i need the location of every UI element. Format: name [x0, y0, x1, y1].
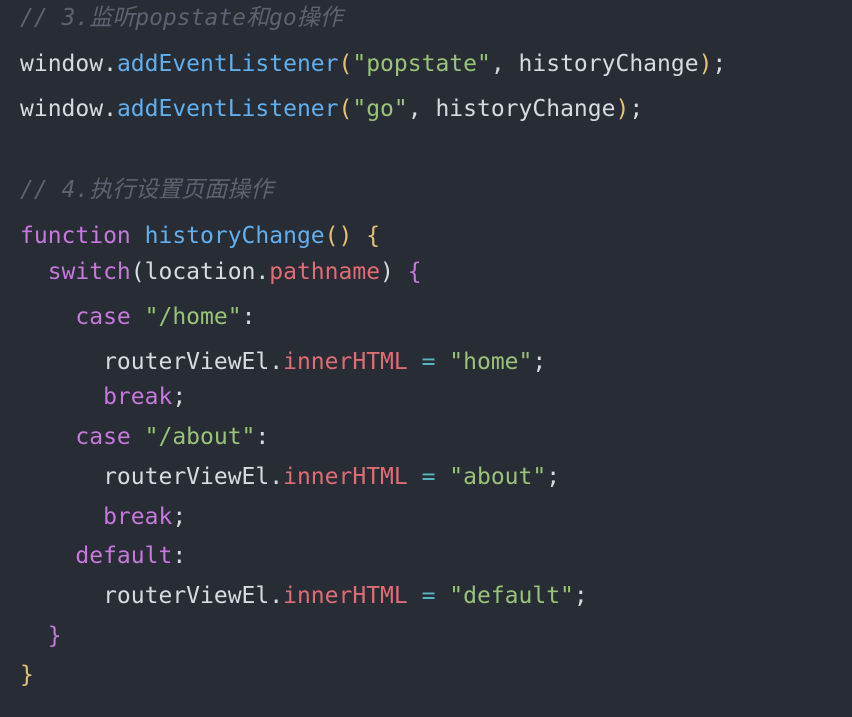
- code-token: ): [698, 51, 713, 77]
- code-token: "/home": [144, 304, 242, 330]
- code-token: // 3.监听popstate和go操作: [20, 5, 343, 31]
- code-token: innerHTML: [283, 464, 408, 490]
- code-token: }: [20, 623, 62, 649]
- code-token: // 4.执行设置页面操作: [20, 177, 274, 203]
- code-token: case: [20, 424, 145, 450]
- code-token: historyChange: [144, 223, 325, 249]
- code-token: ;: [629, 96, 644, 122]
- code-token: routerViewEl.: [20, 464, 284, 490]
- code-token: "home": [449, 349, 533, 375]
- code-token: pathname: [269, 259, 381, 285]
- code-token: :: [241, 304, 256, 330]
- code-token: :: [172, 543, 187, 569]
- code-token: "/about": [144, 424, 256, 450]
- code-token: break: [20, 384, 173, 410]
- code-token: "go": [352, 96, 408, 122]
- code-token: =: [407, 583, 450, 609]
- code-token: }: [20, 662, 34, 688]
- code-token: break: [20, 504, 173, 530]
- code-line: // 3.监听popstate和go操作: [20, 0, 343, 41]
- code-token: function: [20, 223, 145, 249]
- code-token: :: [255, 424, 270, 450]
- code-token: ;: [573, 583, 588, 609]
- code-token: (: [130, 259, 145, 285]
- code-token: window.: [20, 51, 117, 77]
- code-token: default: [20, 543, 173, 569]
- code-token: ): [380, 259, 408, 285]
- code-token: ;: [172, 504, 187, 530]
- code-editor: // 3.监听popstate和go操作 window.addEventListe…: [0, 0, 852, 717]
- code-token: ;: [546, 464, 561, 490]
- code-token: case: [20, 304, 145, 330]
- code-token: (): [324, 223, 367, 249]
- code-line: switch(location.pathname) {: [20, 249, 422, 295]
- code-token: addEventListener: [116, 51, 339, 77]
- code-token: ;: [532, 349, 547, 375]
- code-token: (: [338, 51, 353, 77]
- code-token: innerHTML: [283, 583, 408, 609]
- code-token: (: [338, 96, 353, 122]
- code-token: routerViewEl.: [20, 349, 284, 375]
- code-line: case "/home":: [20, 294, 255, 340]
- code-line: routerViewEl.innerHTML = "default";: [20, 573, 588, 619]
- code-token: ;: [712, 51, 727, 77]
- code-line: }: [20, 652, 34, 698]
- code-token: "default": [449, 583, 574, 609]
- code-token: "popstate": [352, 51, 491, 77]
- code-token: =: [407, 464, 450, 490]
- code-token: =: [407, 349, 450, 375]
- code-token: {: [366, 223, 381, 249]
- code-token: addEventListener: [116, 96, 339, 122]
- code-token: , historyChange: [490, 51, 699, 77]
- code-token: "about": [449, 464, 547, 490]
- code-token: {: [407, 259, 422, 285]
- code-token: ): [615, 96, 630, 122]
- code-token: switch: [20, 259, 131, 285]
- code-token: window.: [20, 96, 117, 122]
- code-token: location.: [144, 259, 270, 285]
- code-token: innerHTML: [283, 349, 408, 375]
- code-line: window.addEventListener("popstate", hist…: [20, 41, 726, 87]
- code-token: routerViewEl.: [20, 583, 284, 609]
- code-token: ;: [172, 384, 187, 410]
- code-token: , historyChange: [407, 96, 616, 122]
- code-line: window.addEventListener("go", historyCha…: [20, 86, 643, 132]
- code-line: // 4.执行设置页面操作: [20, 167, 273, 213]
